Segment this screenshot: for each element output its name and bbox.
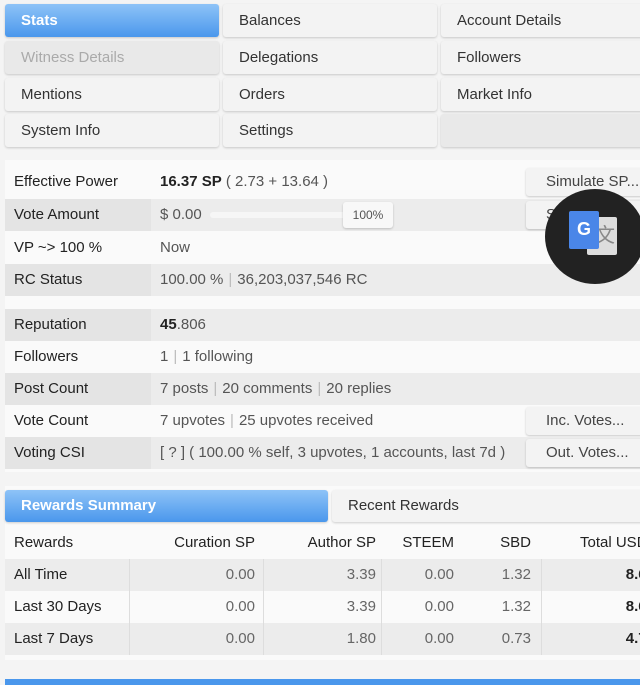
- google-translate-button[interactable]: 文 G: [545, 189, 640, 284]
- label: Voting CSI: [5, 437, 151, 469]
- menu-empty: [441, 114, 640, 147]
- header-sbd: SBD: [500, 534, 531, 551]
- label: RC Status: [5, 264, 151, 296]
- label: Followers: [14, 348, 79, 365]
- cell-divider: [381, 623, 382, 655]
- rc-percent: 100.00 %: [160, 271, 224, 288]
- menu-delegations[interactable]: Delegations: [223, 41, 437, 74]
- reputation-int: 45: [160, 316, 177, 333]
- header-rewards: Rewards: [14, 534, 74, 551]
- menu-balances[interactable]: Balances: [223, 4, 437, 37]
- sp-value: 16.37 SP: [160, 173, 222, 190]
- menu-witness-details[interactable]: Witness Details: [5, 41, 219, 74]
- rc-amount: 36,203,037,546 RC: [237, 271, 368, 288]
- cell-divider: [129, 591, 130, 623]
- table-row: Last 7 Days 0.00 1.80 0.00 0.73 4.73: [5, 623, 640, 655]
- cell-value: 3.39: [346, 566, 376, 583]
- row-rc-status: RC Status 100.00 % | 36,203,037,546 RC: [5, 264, 640, 296]
- vote-slider-handle[interactable]: 100%: [343, 202, 393, 228]
- row-vote-amount: Vote Amount $ 0.00 100% S: [5, 199, 640, 231]
- cell-value: 8.65: [625, 566, 640, 583]
- row-post-count: Post Count 7 posts | 20 comments | 20 replie…: [5, 373, 640, 405]
- table-row: All Time 0.00 3.39 0.00 1.32 8.65: [5, 559, 640, 591]
- row-followers: Followers 1 | 1 following: [5, 341, 640, 373]
- followers-count: 1: [160, 348, 169, 365]
- row-vote-count: Vote Count 7 upvotes | 25 upvotes received…: [5, 405, 640, 437]
- tab-rewards-summary[interactable]: Rewards Summary: [5, 490, 328, 522]
- row-label: Last 7 Days: [14, 630, 94, 647]
- row-voting-csi: Voting CSI [ ? ] ( 100.00 % self, 3 upvo…: [5, 437, 640, 469]
- csi-value: [ ? ] ( 100.00 % self, 3 upvotes, 1 acco…: [160, 444, 506, 461]
- cell-divider: [541, 559, 542, 591]
- cell-value: 0.00: [225, 566, 255, 583]
- header-curation-sp: Curation SP: [174, 534, 255, 551]
- header-total-usd: Total USD: [580, 534, 640, 551]
- vote-slider-track[interactable]: [210, 212, 350, 218]
- menu-market-info[interactable]: Market Info: [441, 78, 640, 111]
- cell-divider: [263, 591, 264, 623]
- cell-value: 1.80: [346, 630, 376, 647]
- menu-followers[interactable]: Followers: [441, 41, 640, 74]
- header-author-sp: Author SP: [307, 534, 376, 551]
- cell-divider: [381, 559, 382, 591]
- upvotes-received: 25 upvotes received: [238, 412, 374, 429]
- menu-settings[interactable]: Settings: [223, 114, 437, 147]
- label: Reputation: [5, 309, 151, 341]
- row-label: All Time: [14, 566, 68, 583]
- cell-divider: [541, 623, 542, 655]
- label: Effective Power: [14, 173, 118, 190]
- cell-divider: [541, 591, 542, 623]
- label: Vote Amount: [5, 199, 151, 231]
- menu-account-details[interactable]: Account Details: [441, 4, 640, 37]
- row-reputation: Reputation 45.806: [5, 309, 640, 341]
- sp-breakdown: ( 2.73 + 13.64 ): [221, 173, 329, 190]
- cell-value: 1.32: [501, 598, 531, 615]
- cell-divider: [263, 623, 264, 655]
- menu-orders[interactable]: Orders: [223, 78, 437, 111]
- cell-divider: [381, 591, 382, 623]
- cell-value: 3.39: [346, 598, 376, 615]
- table-row: Last 30 Days 0.00 3.39 0.00 1.32 8.65: [5, 591, 640, 623]
- cell-value: 4.73: [625, 630, 640, 647]
- cell-value: 1.32: [501, 566, 531, 583]
- reputation-dec: .806: [176, 316, 206, 333]
- bottom-bar: [5, 679, 640, 685]
- upvotes: 7 upvotes: [160, 412, 226, 429]
- inc-votes-button[interactable]: Inc. Votes...: [526, 407, 640, 435]
- following-count: 1 following: [182, 348, 254, 365]
- header-steem: STEEM: [402, 534, 454, 551]
- comments: 20 comments: [222, 380, 313, 397]
- cell-value: 8.65: [625, 598, 640, 615]
- tab-recent-rewards[interactable]: Recent Rewards: [332, 490, 640, 522]
- replies: 20 replies: [326, 380, 392, 397]
- label: Vote Count: [14, 412, 89, 429]
- table-header: Rewards Curation SP Author SP STEEM SBD …: [5, 527, 640, 559]
- cell-value: 0.00: [424, 598, 454, 615]
- vp-value: Now: [160, 239, 191, 256]
- row-effective-power: Effective Power 16.37 SP ( 2.73 + 13.64 …: [5, 166, 640, 198]
- menu-system-info[interactable]: System Info: [5, 114, 219, 147]
- cell-divider: [129, 559, 130, 591]
- menu-mentions[interactable]: Mentions: [5, 78, 219, 111]
- row-label: Last 30 Days: [14, 598, 102, 615]
- label: VP ~> 100 %: [14, 239, 103, 256]
- google-translate-icon: 文 G: [569, 211, 619, 259]
- cell-value: 0.00: [424, 566, 454, 583]
- cell-value: 0.00: [225, 598, 255, 615]
- label: Post Count: [5, 373, 151, 405]
- out-votes-button[interactable]: Out. Votes...: [526, 439, 640, 467]
- cell-value: 0.00: [225, 630, 255, 647]
- posts: 7 posts: [160, 380, 209, 397]
- vote-amount-value: $ 0.00: [160, 206, 202, 223]
- cell-value: 0.00: [424, 630, 454, 647]
- cell-value: 0.73: [501, 630, 531, 647]
- cell-divider: [263, 559, 264, 591]
- cell-divider: [129, 623, 130, 655]
- menu-stats[interactable]: Stats: [5, 4, 219, 37]
